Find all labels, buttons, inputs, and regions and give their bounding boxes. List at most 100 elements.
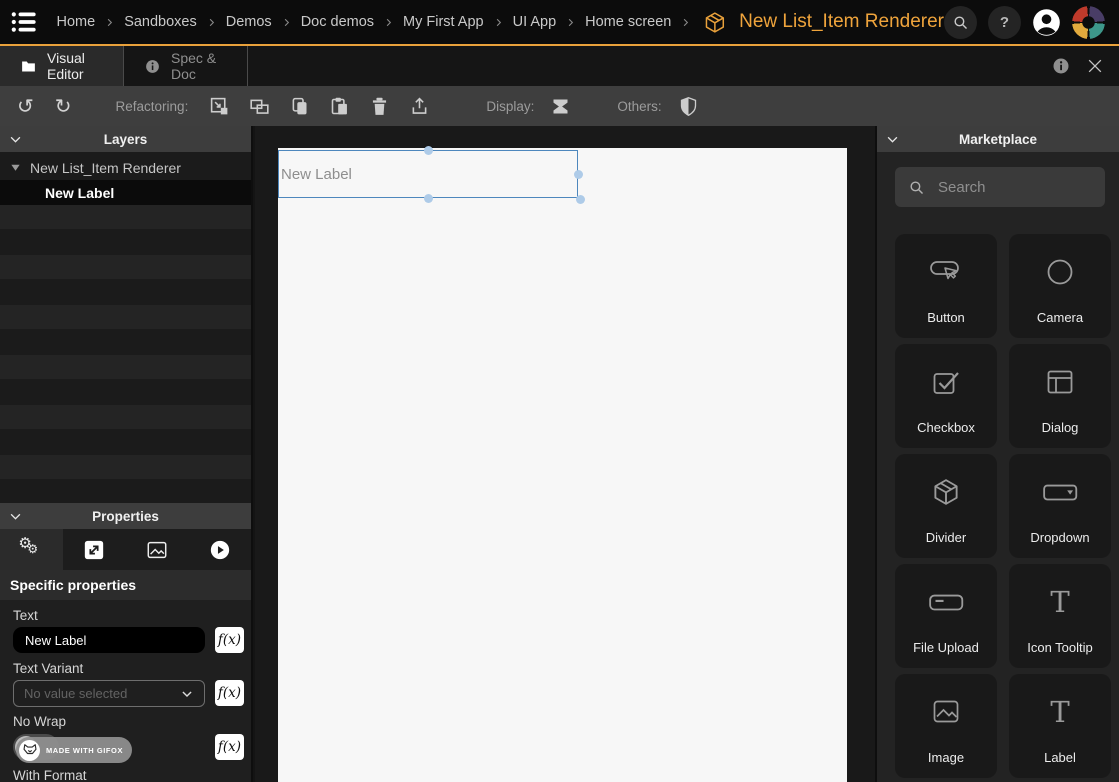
text-input[interactable] xyxy=(13,627,205,653)
tab-label: Visual Editor xyxy=(47,50,105,82)
display-label: Display: xyxy=(486,99,534,114)
chevron-right-icon xyxy=(206,17,217,28)
layer-item-selected[interactable]: New Label xyxy=(0,180,251,205)
component-card-icon-tooltip[interactable]: T Icon Tooltip xyxy=(1009,564,1111,668)
breadcrumb-sandboxes[interactable]: Sandboxes xyxy=(124,14,197,30)
editor-tabs: Visual Editor Spec & Doc xyxy=(0,46,1119,86)
tabrow-actions xyxy=(1051,46,1119,86)
component-card-file-upload[interactable]: File Upload xyxy=(895,564,997,668)
play-icon xyxy=(209,539,231,561)
breadcrumb-doc-demos[interactable]: Doc demos xyxy=(301,14,374,30)
tab-style-properties[interactable] xyxy=(126,529,189,570)
component-card-image[interactable]: Image xyxy=(895,674,997,778)
group-icon[interactable] xyxy=(249,96,270,117)
delete-icon[interactable] xyxy=(369,96,390,117)
text-variant-select[interactable]: No value selected xyxy=(13,680,205,707)
wireframe-icon[interactable] xyxy=(550,96,571,117)
chevron-down-icon[interactable] xyxy=(8,509,23,524)
menu-icon[interactable] xyxy=(10,9,39,35)
component-card-dialog[interactable]: Dialog xyxy=(1009,344,1111,448)
marketplace-search[interactable] xyxy=(895,167,1105,207)
chevron-right-icon xyxy=(565,17,576,28)
properties-title: Properties xyxy=(0,509,251,524)
component-label: Dialog xyxy=(1042,420,1079,435)
with-format-label: With Format xyxy=(13,768,87,782)
chevron-right-icon xyxy=(281,17,292,28)
chevron-right-icon xyxy=(104,17,115,28)
design-canvas[interactable]: New Label xyxy=(278,148,847,782)
camera-icon xyxy=(1045,255,1075,289)
breadcrumb-ui-app[interactable]: UI App xyxy=(513,14,557,30)
fx-button-text[interactable]: f(x) xyxy=(215,627,244,653)
breadcrumb-demos[interactable]: Demos xyxy=(226,14,272,30)
marketplace-header[interactable]: Marketplace xyxy=(877,126,1119,152)
app-logo xyxy=(1072,6,1105,39)
component-cube-icon xyxy=(703,10,727,35)
tab-actions-properties[interactable] xyxy=(188,529,251,570)
tab-visual-editor[interactable]: Visual Editor xyxy=(0,46,124,86)
triangle-down-icon[interactable] xyxy=(10,162,21,173)
tab-spec-doc[interactable]: Spec & Doc xyxy=(124,46,248,86)
text-icon: T xyxy=(1050,695,1069,729)
chevron-right-icon xyxy=(680,17,691,28)
resize-handle-bottom-right[interactable] xyxy=(576,195,585,204)
section-heading: Specific properties xyxy=(0,570,251,600)
properties-header[interactable]: Properties xyxy=(0,503,251,529)
selected-label-widget[interactable]: New Label xyxy=(278,150,578,198)
breadcrumb-home-screen[interactable]: Home screen xyxy=(585,14,671,30)
close-icon[interactable] xyxy=(1085,56,1105,76)
component-label: Camera xyxy=(1037,310,1083,325)
component-card-label[interactable]: T Label xyxy=(1009,674,1111,778)
component-grid: Button Camera Checkbox Dialog xyxy=(895,234,1111,778)
image-icon xyxy=(931,695,961,729)
tab-specific-properties[interactable]: ⚙ ⚙ xyxy=(0,529,63,570)
component-card-divider[interactable]: Divider xyxy=(895,454,997,558)
breadcrumb-my-first-app[interactable]: My First App xyxy=(403,14,484,30)
chevron-down-icon[interactable] xyxy=(885,132,900,147)
breadcrumb-home[interactable]: Home xyxy=(57,14,96,30)
extract-icon[interactable] xyxy=(209,96,230,117)
refactoring-tools xyxy=(209,96,430,117)
cube-icon xyxy=(931,475,961,509)
undo-button[interactable]: ↺ xyxy=(17,96,34,116)
tab-layout-properties[interactable] xyxy=(63,529,126,570)
component-label: Image xyxy=(928,750,964,765)
resize-handle-bottom[interactable] xyxy=(424,194,433,203)
layers-header[interactable]: Layers xyxy=(0,126,251,152)
component-card-dropdown[interactable]: Dropdown xyxy=(1009,454,1111,558)
empty-layer-rows xyxy=(0,205,251,503)
copy-icon[interactable] xyxy=(289,96,310,117)
help-button[interactable]: ? xyxy=(988,6,1021,39)
layer-item-root[interactable]: New List_Item Renderer xyxy=(0,155,251,180)
component-card-camera[interactable]: Camera xyxy=(1009,234,1111,338)
shield-icon[interactable] xyxy=(678,96,699,117)
layers-title: Layers xyxy=(0,132,251,147)
export-icon[interactable] xyxy=(409,96,430,117)
component-card-checkbox[interactable]: Checkbox xyxy=(895,344,997,448)
marketplace-title: Marketplace xyxy=(877,132,1119,147)
resize-handle-right[interactable] xyxy=(574,170,583,179)
component-card-button[interactable]: Button xyxy=(895,234,997,338)
info-icon[interactable] xyxy=(1051,56,1071,76)
component-label: Checkbox xyxy=(917,420,975,435)
fx-button-nowrap[interactable]: f(x) xyxy=(215,734,244,760)
search-input[interactable] xyxy=(938,179,1088,196)
user-avatar[interactable] xyxy=(1032,8,1061,37)
properties-form: Text f(x) Text Variant No value selected… xyxy=(0,600,251,782)
chevron-right-icon xyxy=(383,17,394,28)
others-label: Others: xyxy=(617,99,661,114)
chevron-down-icon xyxy=(180,687,194,701)
redo-button[interactable]: ↻ xyxy=(55,96,72,116)
refactoring-label: Refactoring: xyxy=(116,99,189,114)
layer-label: New List_Item Renderer xyxy=(30,160,181,176)
fx-button-variant[interactable]: f(x) xyxy=(215,680,244,706)
properties-tab-bar: ⚙ ⚙ xyxy=(0,529,251,570)
question-mark-icon: ? xyxy=(1000,14,1009,31)
chevron-down-icon[interactable] xyxy=(8,132,23,147)
paste-icon[interactable] xyxy=(329,96,350,117)
text-field-label: Text xyxy=(13,608,38,623)
gifox-watermark: MADE WITH GIFOX xyxy=(16,737,132,763)
resize-handle-top[interactable] xyxy=(424,146,433,155)
tab-label: Spec & Doc xyxy=(171,50,229,82)
search-button[interactable] xyxy=(944,6,977,39)
